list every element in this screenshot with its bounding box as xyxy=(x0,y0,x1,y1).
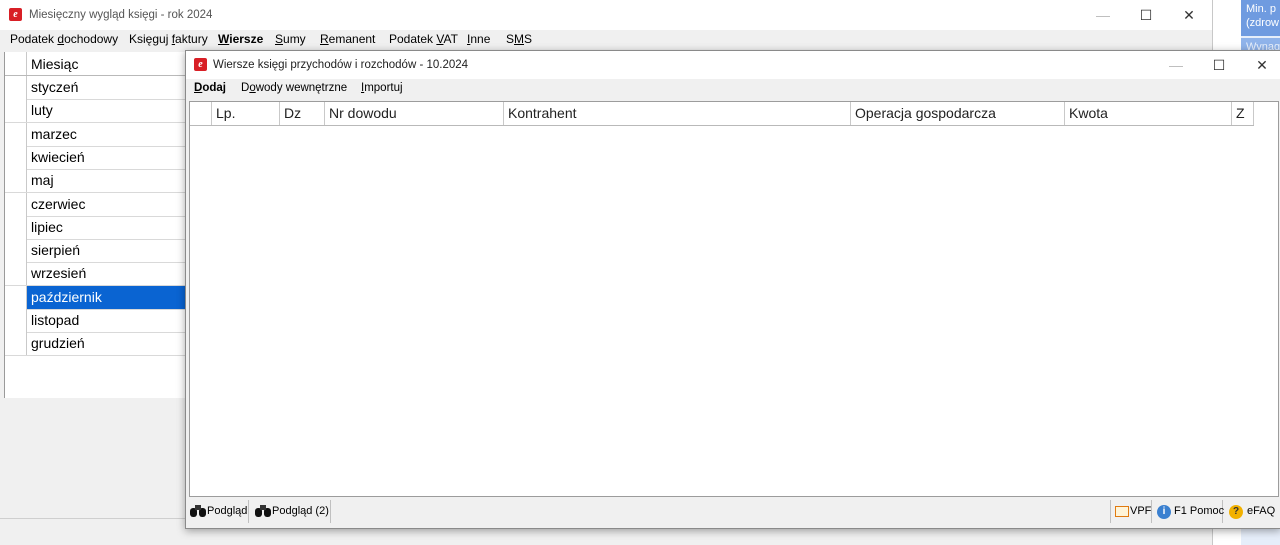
efaq-button-label: eFAQ xyxy=(1247,505,1276,517)
month-row[interactable]: listopad xyxy=(5,309,185,333)
month-row[interactable]: sierpień xyxy=(5,239,185,264)
month-cell: kwiecień xyxy=(31,148,85,165)
minimize-icon[interactable]: — xyxy=(1165,56,1187,74)
row-indicator[interactable] xyxy=(5,169,27,193)
preview2-button-label: Podgląd (2) xyxy=(272,505,329,517)
column-header-kwota[interactable]: Kwota xyxy=(1065,102,1232,125)
menu-inne[interactable]: Inne xyxy=(467,32,490,46)
rows-window-title: Wiersze księgi przychodów i rozchodów - … xyxy=(213,59,469,71)
month-cell: czerwiec xyxy=(31,195,86,212)
close-icon[interactable]: ✕ xyxy=(1178,6,1200,24)
menu-dowody-wewnetrzne[interactable]: Dowody wewnętrzne xyxy=(241,82,347,94)
app-logo-icon: e xyxy=(9,8,22,21)
preview-button[interactable]: Podgląd xyxy=(187,500,249,523)
row-indicator-header xyxy=(190,102,212,125)
row-indicator[interactable] xyxy=(5,239,27,263)
month-row[interactable]: październik xyxy=(5,285,185,310)
months-grid: Miesiąc styczeń luty marzec kwiecień maj czer… xyxy=(4,52,185,398)
month-row[interactable]: kwiecień xyxy=(5,145,185,170)
month-cell: październik xyxy=(31,288,102,305)
menu-wiersze[interactable]: Wiersze xyxy=(218,32,263,46)
months-column-header[interactable]: Miesiąc xyxy=(31,56,78,72)
month-row[interactable]: luty xyxy=(5,99,185,124)
row-indicator[interactable] xyxy=(5,262,27,286)
row-indicator[interactable] xyxy=(5,215,27,239)
minimize-icon[interactable]: — xyxy=(1092,6,1114,24)
efaq-button[interactable]: ? eFAQ xyxy=(1225,500,1277,523)
row-indicator[interactable] xyxy=(5,332,27,356)
main-menubar: Podatek dochodowy Księguj faktury Wiersze S… xyxy=(0,30,1212,50)
month-row[interactable]: marzec xyxy=(5,122,185,147)
binoculars-icon xyxy=(254,505,272,518)
menu-dodaj[interactable]: Dodaj xyxy=(194,82,226,94)
month-row[interactable]: styczeń xyxy=(5,76,185,100)
month-row[interactable]: maj xyxy=(5,169,185,194)
months-grid-header: Miesiąc xyxy=(5,52,185,76)
month-cell: wrzesień xyxy=(31,265,87,282)
side-panel-tile-1[interactable]: Min. p (zdrow xyxy=(1241,0,1280,36)
column-header-nr-dowodu[interactable]: Nr dowodu xyxy=(325,102,504,125)
month-cell: maj xyxy=(31,172,54,189)
month-cell: sierpień xyxy=(31,242,81,259)
menu-ksieguj-faktury[interactable]: Księguj faktury xyxy=(129,32,208,46)
row-indicator[interactable] xyxy=(5,145,27,169)
row-indicator[interactable] xyxy=(5,192,27,216)
side-panel-text-1: Min. p xyxy=(1246,3,1276,15)
rows-window-titlebar: e Wiersze księgi przychodów i rozchodów … xyxy=(186,51,1280,79)
vpf-button[interactable]: VPF xyxy=(1110,500,1152,523)
month-cell: grudzień xyxy=(31,335,85,352)
rows-window-bottombar: Podgląd Podgląd (2) VPF i F1 Pomoc ? eFA… xyxy=(186,498,1280,526)
rows-grid: Lp. Dz Nr dowodu Kontrahent Operacja gos… xyxy=(189,101,1279,497)
month-cell: styczeń xyxy=(31,79,79,95)
month-cell: luty xyxy=(31,102,53,119)
month-row[interactable]: czerwiec xyxy=(5,192,185,217)
column-header-dz[interactable]: Dz xyxy=(280,102,325,125)
info-icon: i xyxy=(1157,505,1171,519)
help-button-label: F1 Pomoc xyxy=(1174,505,1225,517)
month-cell: lipiec xyxy=(31,218,63,235)
column-header-lp[interactable]: Lp. xyxy=(212,102,280,125)
menu-importuj[interactable]: Importuj xyxy=(361,82,403,94)
month-row[interactable]: grudzień xyxy=(5,332,185,357)
row-indicator[interactable] xyxy=(5,309,27,332)
column-header-kontrahent[interactable]: Kontrahent xyxy=(504,102,851,125)
close-icon[interactable]: ✕ xyxy=(1251,56,1273,74)
row-indicator[interactable] xyxy=(5,122,27,146)
vpf-button-label: VPF xyxy=(1130,505,1152,517)
maximize-icon[interactable]: ☐ xyxy=(1135,6,1157,24)
column-header-operacja[interactable]: Operacja gospodarcza xyxy=(851,102,1065,125)
month-row[interactable]: lipiec xyxy=(5,215,185,240)
row-indicator[interactable] xyxy=(5,76,27,99)
row-indicator-header xyxy=(5,52,27,75)
row-indicator[interactable] xyxy=(5,285,27,309)
vpf-icon xyxy=(1115,506,1129,517)
rows-grid-header: Lp. Dz Nr dowodu Kontrahent Operacja gos… xyxy=(190,102,1254,126)
menu-sms[interactable]: SMS xyxy=(506,32,532,46)
side-panel-text-2: (zdrow xyxy=(1246,17,1280,29)
preview-button-label: Podgląd xyxy=(207,505,248,517)
help-button[interactable]: i F1 Pomoc xyxy=(1153,500,1225,523)
month-row[interactable]: wrzesień xyxy=(5,262,185,287)
preview2-button[interactable]: Podgląd (2) xyxy=(250,500,331,523)
rows-window-menubar: Dodaj Dowody wewnętrzne Importuj xyxy=(186,79,1280,99)
binoculars-icon xyxy=(189,505,207,518)
month-cell: marzec xyxy=(31,125,77,142)
question-icon: ? xyxy=(1229,505,1243,519)
column-header-z[interactable]: Z xyxy=(1232,102,1254,125)
main-titlebar: e Miesięczny wygląd księgi - rok 2024 — … xyxy=(0,0,1212,30)
row-indicator[interactable] xyxy=(5,99,27,123)
main-window-title: Miesięczny wygląd księgi - rok 2024 xyxy=(29,9,213,21)
app-logo-icon: e xyxy=(194,58,207,71)
menu-sumy[interactable]: Sumy xyxy=(275,32,306,46)
month-cell: listopad xyxy=(31,312,80,328)
menu-remanent[interactable]: Remanent xyxy=(320,32,375,46)
menu-podatek-vat[interactable]: Podatek VAT xyxy=(389,32,458,46)
menu-podatek-dochodowy[interactable]: Podatek dochodowy xyxy=(10,32,118,46)
rows-window: e Wiersze księgi przychodów i rozchodów … xyxy=(185,50,1280,529)
maximize-icon[interactable]: ☐ xyxy=(1208,56,1230,74)
